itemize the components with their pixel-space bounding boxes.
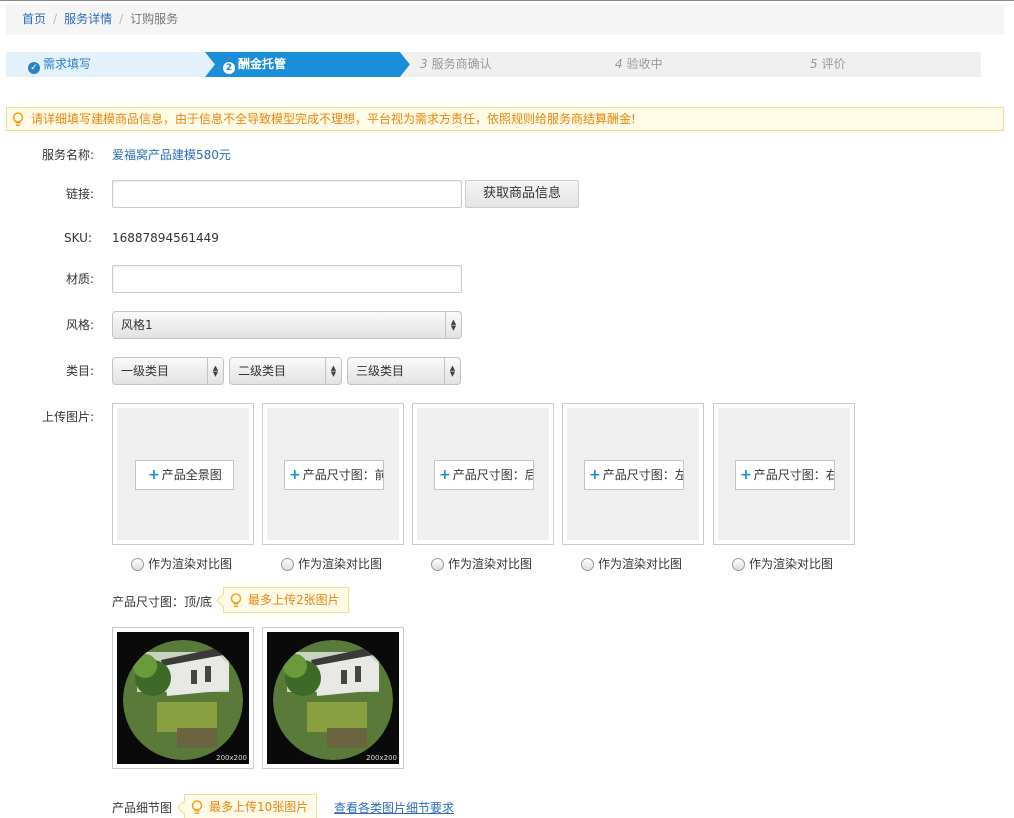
step-label: 需求填写 [43,57,92,71]
upload-button[interactable]: + 产品尺寸图：右 [735,460,835,490]
updown-arrows-icon: ▲ ▼ [444,358,460,384]
breadcrumb-current: 订购服务 [130,12,179,26]
link-label: 链接: [66,187,95,201]
step-escrow: 2 酬金托管 [205,52,410,77]
detail-label: 产品细节图 [112,801,173,815]
upload-slot-back[interactable]: + 产品尺寸图：后 [412,403,554,545]
uploaded-thumbnail[interactable]: 200x200 [112,627,254,769]
detail-tip: 最多上传10张图片 [184,794,318,818]
style-select-value: 风格1 [121,318,153,332]
breadcrumb-separator: / [53,12,58,26]
step-number: 3 [420,57,428,71]
top-border [0,0,1014,1]
updown-arrows-icon: ▲ ▼ [325,358,341,384]
link-input[interactable] [112,180,462,208]
detail-tip-text: 最多上传10张图片 [209,800,309,814]
step-label: 酬金托管 [238,57,287,71]
step-number: 5 [810,57,818,71]
service-name-label: 服务名称: [42,148,95,162]
radio-circle[interactable] [281,558,294,571]
upload-slot-right[interactable]: + 产品尺寸图：右 [713,403,855,545]
thumbnail-size: 200x200 [366,754,397,762]
service-name-value: 爱福窝产品建模580元 [112,148,231,162]
upload-slot-panorama[interactable]: + 产品全景图 [112,403,254,545]
render-compare-radio[interactable]: 作为渲染对比图 [581,555,682,572]
radio-circle[interactable] [431,558,444,571]
uploaded-thumbnail[interactable]: 200x200 [262,627,404,769]
render-compare-radio[interactable]: 作为渲染对比图 [281,555,382,572]
topbottom-tip-text: 最多上传2张图片 [248,593,340,607]
category2-value: 二级类目 [238,364,287,378]
render-compare-radio[interactable]: 作为渲染对比图 [131,555,232,572]
step-number: 4 [615,57,623,71]
material-label: 材质: [66,272,95,286]
plus-icon: + [740,467,752,483]
render-compare-radio[interactable]: 作为渲染对比图 [732,555,833,572]
upload-button[interactable]: + 产品尺寸图：左 [584,460,684,490]
step-review: 5 评价 [790,52,981,77]
breadcrumb-separator: / [119,12,124,26]
step-label: 评价 [821,57,846,71]
check-icon: ✓ [28,62,40,74]
category1-value: 一级类目 [121,364,170,378]
lightbulb-icon [12,112,24,126]
step-provider-confirm: 3 服务商确认 [400,52,605,77]
radio-circle[interactable] [131,558,144,571]
material-input[interactable] [112,265,462,293]
breadcrumb-detail-link[interactable]: 服务详情 [64,12,112,26]
step-label: 服务商确认 [431,57,492,71]
lightbulb-icon [191,800,203,814]
radio-circle[interactable] [732,558,745,571]
notice-banner: 请详细填写建模商品信息，由于信息不全导致模型完成不理想，平台视为需求方责任，依照… [6,107,1004,131]
upload-button[interactable]: + 产品全景图 [135,460,234,490]
plus-icon: + [289,467,301,483]
style-label: 风格: [66,318,95,332]
category2-select[interactable]: 二级类目 ▲ ▼ [229,357,342,385]
updown-arrows-icon: ▲ ▼ [445,312,461,338]
garden-photo [267,632,399,764]
upload-button[interactable]: + 产品尺寸图：前 [284,460,384,490]
plus-icon: + [439,467,451,483]
step-acceptance: 4 验收中 [595,52,800,77]
radio-circle[interactable] [581,558,594,571]
upload-slot-front[interactable]: + 产品尺寸图：前 [262,403,404,545]
sku-label: SKU: [64,231,92,245]
render-compare-radio[interactable]: 作为渲染对比图 [431,555,532,572]
updown-arrows-icon: ▲ ▼ [207,358,223,384]
breadcrumb-home-link[interactable]: 首页 [22,12,46,26]
upload-label: 上传图片: [42,410,95,424]
category-label: 类目: [66,364,95,378]
step-requirements: ✓ 需求填写 [6,52,221,77]
sku-value: 16887894561449 [112,231,219,245]
garden-photo [117,632,249,764]
thumbnail-size: 200x200 [216,754,247,762]
topbottom-tip: 最多上传2张图片 [223,587,349,613]
detail-requirements-link[interactable]: 查看各类图片细节要求 [334,799,454,816]
category3-value: 三级类目 [356,364,405,378]
plus-icon: + [148,467,160,483]
fetch-product-info-button[interactable]: 获取商品信息 [465,180,579,208]
upload-slot-left[interactable]: + 产品尺寸图：左 [562,403,704,545]
category3-select[interactable]: 三级类目 ▲ ▼ [347,357,461,385]
step-number: 2 [223,62,235,74]
progress-steps: ✓ 需求填写 2 酬金托管 3 服务商确认 4 验收中 5 评价 [6,52,981,77]
notice-text: 请详细填写建模商品信息，由于信息不全导致模型完成不理想，平台视为需求方责任，依照… [31,112,636,126]
lightbulb-icon [230,593,242,607]
breadcrumb: 首页 / 服务详情 / 订购服务 [6,5,1004,35]
step-label: 验收中 [626,57,663,71]
plus-icon: + [589,467,601,483]
upload-button[interactable]: + 产品尺寸图：后 [434,460,534,490]
style-select[interactable]: 风格1 ▲ ▼ [112,311,462,339]
topbottom-label: 产品尺寸图：顶/底 [112,595,213,609]
category1-select[interactable]: 一级类目 ▲ ▼ [112,357,224,385]
